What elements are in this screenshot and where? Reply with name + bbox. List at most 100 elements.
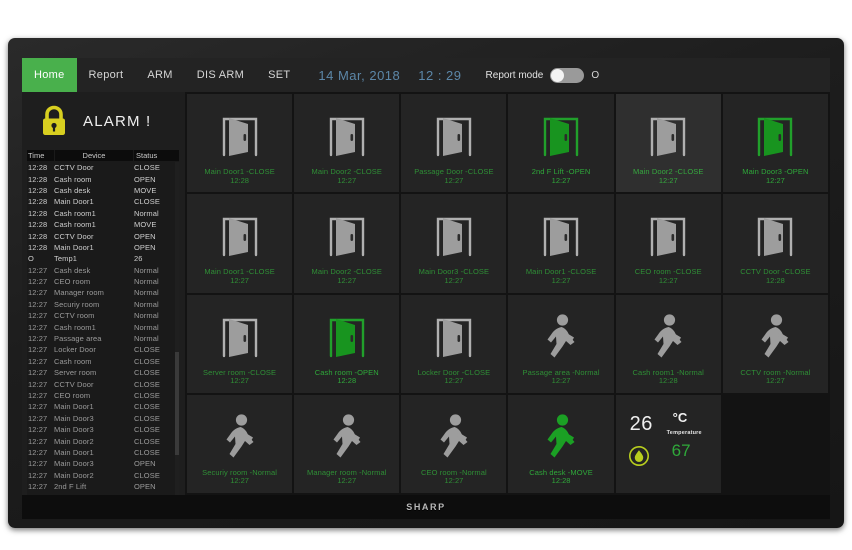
temperature-unit: °C	[672, 409, 688, 425]
nav-tab-arm[interactable]: ARM	[135, 58, 184, 92]
log-cell-device: Securiy room	[54, 299, 100, 309]
event-log-panel[interactable]: Time Device Status 12:28 CCTV Door CLOSE 12…	[27, 150, 179, 495]
door-icon	[436, 318, 472, 357]
log-row[interactable]: 12:27 2nd F Lift OPEN	[27, 481, 179, 492]
log-row[interactable]: 12:28 Cash room OPEN	[27, 173, 179, 184]
temperature-panel: 26 °C Temperature 67	[616, 395, 721, 493]
log-row[interactable]: 12:27 CEO room CLOSE	[27, 390, 179, 401]
humidity-drop-icon	[628, 445, 649, 466]
log-cell-device: CEO room	[54, 391, 91, 400]
log-row[interactable]: 12:27 Main Door1 CLOSE	[27, 401, 179, 412]
tile-icon-slot	[324, 106, 370, 166]
log-row[interactable]: O Temp1 26	[27, 253, 179, 264]
tile-device[interactable]: CEO room -CLOSE 12:27	[615, 194, 721, 293]
log-scrollbar-thumb[interactable]	[175, 351, 179, 456]
current-time: 12 : 29	[418, 67, 462, 83]
log-cell-status: OPEN	[134, 459, 156, 469]
log-row[interactable]: 12:27 Main Door2 CLOSE	[27, 470, 179, 481]
log-row[interactable]: 12:27 CCTV room Normal	[27, 310, 179, 321]
log-cell-time: 12:27	[28, 368, 48, 378]
tile-device[interactable]: Main Door1 -CLOSE 12:28	[187, 94, 293, 193]
door-icon	[758, 218, 793, 257]
log-row[interactable]: 12:28 Cash room1 MOVE	[27, 219, 179, 230]
tile-device[interactable]: Securiy room -Normal 12:27	[187, 394, 293, 493]
log-cell-time: 12:27	[27, 494, 54, 495]
log-cell-device: Main Door1	[54, 447, 94, 457]
log-row[interactable]: 12:27 Cash room1 Normal	[27, 321, 179, 332]
log-row[interactable]: 12:28 CCTV Door CLOSE	[27, 162, 179, 173]
report-mode-label: Report mode	[485, 69, 544, 81]
tile-device[interactable]: Cash room -OPEN 12:28	[294, 294, 400, 393]
tile-device[interactable]: Main Door2 -CLOSE 12:27	[294, 194, 400, 293]
nav-tab-set[interactable]: SET	[256, 58, 302, 92]
tile-device[interactable]: Locker Door -CLOSE 12:27	[401, 294, 507, 393]
tile-icon-slot	[752, 106, 798, 166]
tile-icon-slot	[541, 407, 581, 467]
tile-device[interactable]: CCTV Door -CLOSE 12:28	[722, 194, 828, 293]
log-scrollbar-track[interactable]	[175, 162, 179, 495]
log-row[interactable]: 12:27Passage DoorCLOSE	[27, 492, 179, 495]
log-cell-time: 12:27	[28, 459, 48, 469]
tile-device[interactable]: Main Door3 -OPEN 12:27	[722, 94, 828, 193]
log-cell-status: Normal	[134, 299, 159, 309]
tile-device[interactable]: Main Door2 -CLOSE 12:27	[294, 94, 400, 193]
walking-person-icon	[761, 313, 789, 357]
tile-device[interactable]: Manager room -Normal 12:27	[294, 394, 400, 493]
log-row[interactable]: 12:28 Cash desk MOVE	[27, 185, 179, 196]
log-row[interactable]: 12:28 CCTV Door OPEN	[27, 230, 179, 241]
log-row[interactable]: 12:27 CCTV Door CLOSE	[27, 378, 179, 389]
tile-device[interactable]: Server room -CLOSE 12:27	[187, 294, 293, 393]
report-mode-toggle[interactable]	[550, 67, 585, 83]
tile-icon-slot	[324, 206, 370, 266]
log-cell-device: 2nd F Lift	[54, 482, 87, 492]
tile-device[interactable]: Main Door3 -CLOSE 12:27	[401, 194, 507, 293]
nav-tab-dis-arm[interactable]: DIS ARM	[185, 58, 256, 92]
tile-icon-slot	[431, 206, 477, 266]
log-cell-time: 12:27	[28, 402, 48, 412]
tile-time: 12:27	[230, 376, 249, 386]
log-row[interactable]: 12:27 Server room CLOSE	[27, 367, 179, 378]
tile-time: 12:28	[658, 376, 678, 386]
log-row[interactable]: 12:27 Cash desk Normal	[27, 265, 179, 276]
tile-device[interactable]: Main Door1 -CLOSE 12:27	[187, 194, 293, 293]
nav-tab-home[interactable]: Home	[22, 58, 77, 92]
log-cell-time: 12:28	[28, 242, 48, 252]
tile-device[interactable]: Main Door2 -CLOSE 12:27	[615, 94, 721, 193]
tile-time: 12:27	[551, 376, 571, 386]
tile-device[interactable]: Passage Door -CLOSE 12:27	[401, 94, 507, 193]
tile-device[interactable]: Passage area -Normal 12:27	[508, 294, 614, 393]
log-row[interactable]: 12:27 CEO room Normal	[27, 276, 179, 287]
tile-device[interactable]: Main Door1 -CLOSE 12:27	[508, 194, 614, 293]
tile-device[interactable]: CEO room -Normal 12:27	[401, 394, 507, 493]
log-row[interactable]: 12:27 Main Door1 CLOSE	[27, 447, 179, 458]
log-cell-status: 26	[134, 254, 143, 264]
log-cell-device: Main Door1	[54, 197, 94, 207]
door-icon	[222, 218, 257, 257]
tile-device[interactable]: 2nd F Lift -OPEN 12:27	[508, 94, 614, 193]
log-cell-time: 12:27	[28, 334, 48, 344]
log-row[interactable]: 12:27 Locker Door CLOSE	[27, 344, 179, 355]
log-row[interactable]: 12:27 Securiy room Normal	[27, 299, 179, 310]
log-cell-time: 12:27	[28, 277, 48, 287]
log-cell-status: CLOSE	[134, 447, 160, 457]
log-row[interactable]: 12:28 Main Door1 CLOSE	[27, 196, 179, 207]
nav-tab-report[interactable]: Report	[77, 58, 136, 92]
log-row[interactable]: 12:27 Main Door3 CLOSE	[27, 424, 179, 435]
tile-device[interactable]: Cash room1 -Normal 12:28	[615, 294, 721, 393]
report-mode-control[interactable]: Report mode O	[485, 58, 599, 92]
door-icon	[329, 318, 364, 357]
log-row[interactable]: 12:27 Main Door3 OPEN	[27, 458, 179, 469]
log-row[interactable]: 12:27 Cash room CLOSE	[27, 356, 179, 367]
log-row[interactable]: 12:27 Passage area Normal	[27, 333, 179, 344]
tile-device[interactable]: CCTV room -Normal 12:27	[722, 294, 828, 393]
log-row[interactable]: 12:27 Main Door3 CLOSE	[27, 413, 179, 424]
log-row[interactable]: 12:28 Main Door1 OPEN	[27, 242, 179, 253]
log-cell-status: Normal	[134, 322, 159, 332]
log-row[interactable]: 12:28 Cash room1 Normal	[27, 208, 179, 219]
log-cell-device: Cash desk	[54, 265, 91, 275]
log-row[interactable]: 12:27 Manager room Normal	[27, 287, 179, 298]
tile-temperature[interactable]: 26 °C Temperature 67	[615, 394, 721, 493]
tile-icon-slot	[431, 307, 477, 367]
tile-device[interactable]: Cash desk -MOVE 12:28	[508, 394, 614, 493]
log-row[interactable]: 12:27 Main Door2 CLOSE	[27, 435, 179, 446]
